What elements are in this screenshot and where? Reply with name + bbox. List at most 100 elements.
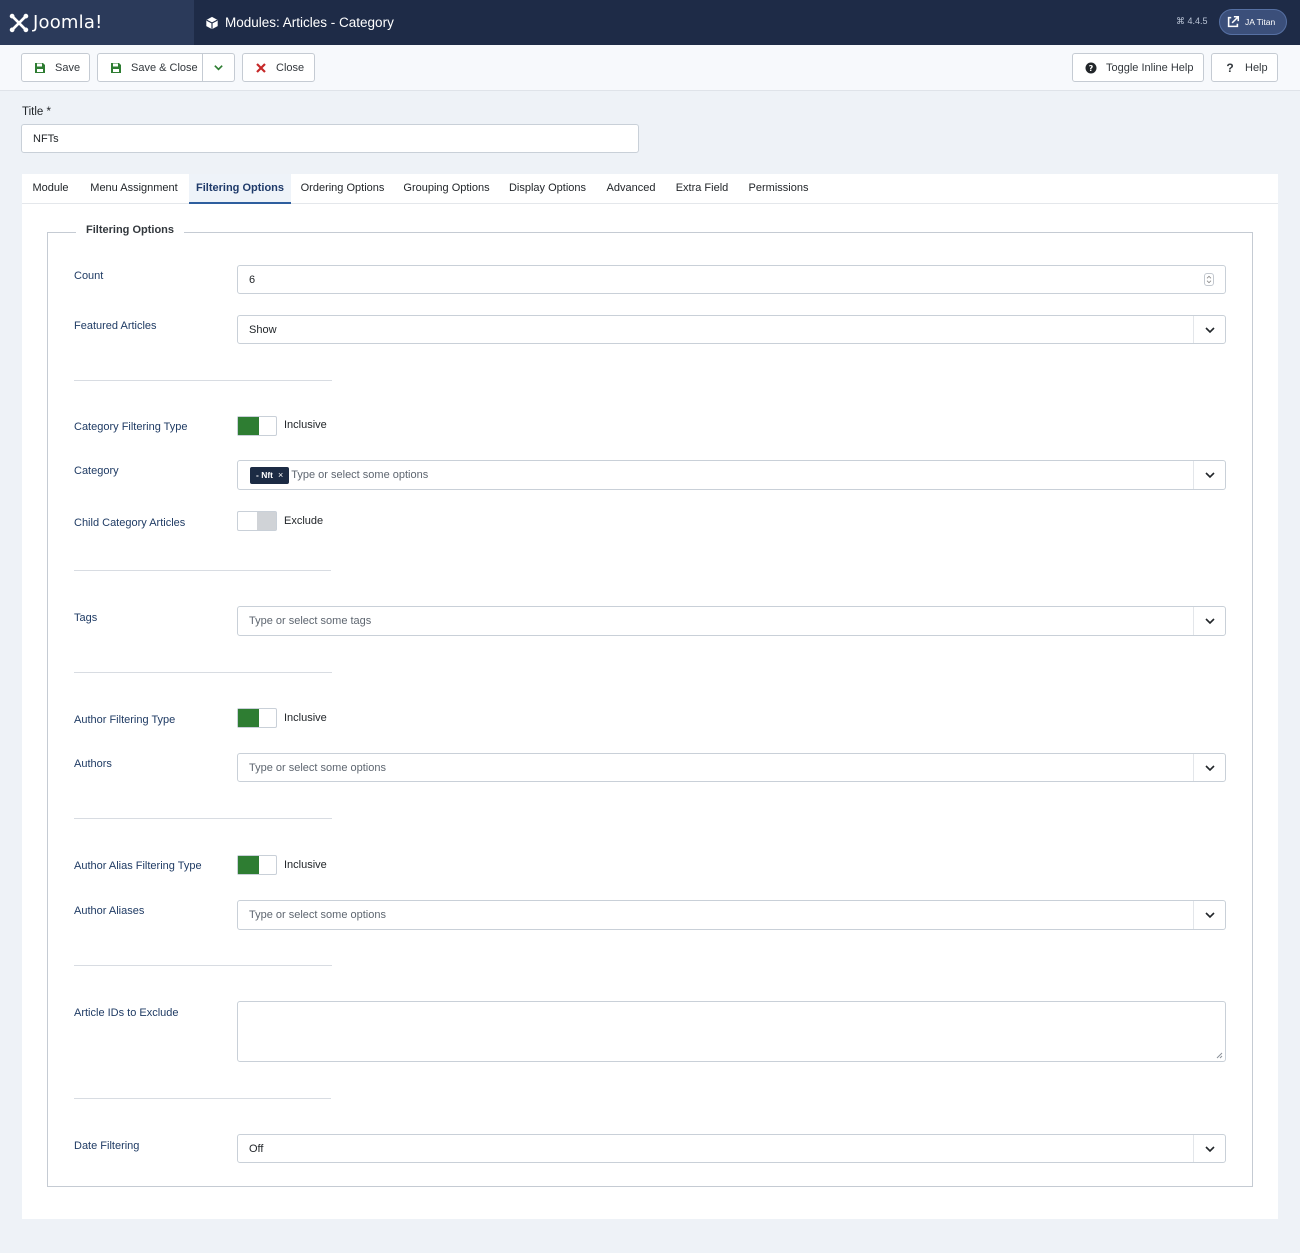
toggle-inline-help-label: Toggle Inline Help	[1106, 61, 1194, 74]
save-close-button[interactable]: Save & Close	[97, 53, 203, 82]
save-close-label: Save & Close	[131, 61, 198, 74]
category-chip[interactable]: - Nft ×	[250, 466, 290, 484]
category-filtering-type-state: Inclusive	[284, 419, 327, 431]
tab-filtering-options[interactable]: Filtering Options	[189, 174, 291, 204]
section-divider	[74, 965, 332, 966]
category-multiselect[interactable]: - Nft × Type or select some options	[237, 460, 1226, 490]
external-link-icon	[1227, 15, 1240, 28]
category-filtering-type-label: Category Filtering Type	[74, 421, 188, 433]
child-category-articles-switch[interactable]	[237, 511, 277, 531]
chevron-down-icon	[1193, 901, 1225, 929]
tab-display-options[interactable]: Display Options	[499, 174, 596, 204]
tab-advanced[interactable]: Advanced	[596, 174, 666, 204]
toolbar: Save Save & Close Close ? Toggle Inline …	[0, 45, 1300, 91]
switch-knob	[238, 417, 259, 435]
date-filtering-value: Off	[249, 1142, 264, 1155]
chevron-down-icon	[1193, 607, 1225, 635]
featured-articles-label: Featured Articles	[74, 320, 157, 332]
module-edit-card: Module Menu Assignment Filtering Options…	[22, 174, 1278, 1219]
category-placeholder: Type or select some options	[291, 469, 429, 481]
svg-text:?: ?	[1089, 64, 1094, 73]
chevron-down-icon	[1193, 754, 1225, 781]
author-alias-filtering-type-switch[interactable]	[237, 855, 277, 875]
joomla-logo[interactable]: Joomla!	[0, 0, 194, 45]
brand-name: Joomla!	[33, 12, 103, 33]
chip-label: - Nft	[256, 470, 273, 480]
author-aliases-label: Author Aliases	[74, 905, 145, 917]
tab-menu-assignment[interactable]: Menu Assignment	[79, 174, 189, 204]
chevron-down-icon	[1193, 1135, 1225, 1162]
section-divider	[74, 570, 331, 571]
tags-placeholder: Type or select some tags	[249, 615, 372, 627]
user-name: JA Titan	[1245, 17, 1276, 27]
chevron-down-icon	[1193, 461, 1225, 489]
featured-articles-value: Show	[249, 323, 277, 336]
save-options-dropdown[interactable]	[202, 53, 235, 82]
article-ids-exclude-textarea[interactable]	[237, 1001, 1226, 1062]
count-label: Count	[74, 270, 104, 282]
switch-knob	[238, 856, 259, 874]
switch-knob	[257, 512, 276, 530]
date-filtering-select[interactable]: Off	[237, 1134, 1226, 1163]
count-input[interactable]: 6	[237, 265, 1226, 294]
tags-multiselect[interactable]: Type or select some tags	[237, 606, 1226, 636]
author-filtering-type-state: Inclusive	[284, 712, 327, 724]
chip-remove-icon[interactable]: ×	[278, 470, 283, 480]
child-category-articles-label: Child Category Articles	[74, 517, 186, 529]
authors-multiselect[interactable]: Type or select some options	[237, 753, 1226, 782]
help-button[interactable]: ? Help	[1211, 53, 1278, 82]
close-button[interactable]: Close	[242, 53, 315, 82]
featured-articles-select[interactable]: Show	[237, 315, 1226, 344]
toggle-inline-help-button[interactable]: ? Toggle Inline Help	[1072, 53, 1204, 82]
section-divider	[74, 672, 332, 673]
resize-handle-icon[interactable]	[1215, 1051, 1223, 1059]
author-filtering-type-label: Author Filtering Type	[74, 714, 176, 726]
authors-label: Authors	[74, 758, 112, 770]
joomla-logo-icon	[9, 13, 29, 32]
child-category-articles-state: Exclude	[284, 515, 324, 527]
save-label: Save	[55, 61, 81, 74]
tab-permissions[interactable]: Permissions	[738, 174, 819, 204]
author-filtering-type-switch[interactable]	[237, 708, 277, 728]
authors-placeholder: Type or select some options	[249, 761, 386, 774]
tab-ordering-options[interactable]: Ordering Options	[291, 174, 394, 204]
count-value: 6	[249, 273, 256, 286]
author-alias-filtering-type-label: Author Alias Filtering Type	[74, 860, 202, 872]
chevron-down-icon	[1193, 316, 1225, 343]
category-filtering-type-switch[interactable]	[237, 416, 277, 436]
fieldset-legend: Filtering Options	[76, 224, 184, 236]
author-alias-filtering-type-state: Inclusive	[284, 859, 327, 871]
tab-bar: Module Menu Assignment Filtering Options…	[22, 174, 1278, 204]
close-icon	[256, 62, 266, 73]
section-divider	[74, 818, 332, 819]
article-ids-exclude-label: Article IDs to Exclude	[74, 1007, 179, 1019]
date-filtering-label: Date Filtering	[74, 1140, 140, 1152]
page-title: Modules: Articles - Category	[205, 0, 394, 45]
title-input[interactable]	[21, 124, 639, 153]
chevron-down-icon	[214, 65, 223, 71]
version-badge: ⌘ 4.4.5	[1176, 16, 1208, 26]
section-divider	[74, 1098, 331, 1099]
category-label: Category	[74, 465, 119, 477]
question-icon: ?	[1226, 60, 1234, 75]
tab-grouping-options[interactable]: Grouping Options	[394, 174, 499, 204]
user-menu-button[interactable]: JA Titan	[1219, 9, 1287, 35]
cube-icon	[206, 16, 218, 29]
author-aliases-placeholder: Type or select some options	[249, 909, 386, 921]
question-circle-icon: ?	[1085, 62, 1097, 73]
save-button[interactable]: Save	[21, 53, 90, 82]
tab-module[interactable]: Module	[22, 174, 79, 204]
close-label: Close	[276, 61, 305, 74]
section-divider	[74, 380, 332, 381]
top-header: Joomla! Modules: Articles - Category ⌘ 4…	[0, 0, 1300, 45]
spinner-icon[interactable]	[1204, 273, 1214, 286]
floppy-disk-icon	[111, 62, 121, 73]
switch-knob	[238, 709, 259, 727]
page-title-text: Modules: Articles - Category	[225, 15, 394, 30]
title-label: Title *	[22, 106, 51, 118]
tab-extra-field[interactable]: Extra Field	[666, 174, 738, 204]
tags-label: Tags	[74, 612, 98, 624]
floppy-disk-icon	[35, 62, 45, 73]
author-aliases-multiselect[interactable]: Type or select some options	[237, 900, 1226, 930]
help-label: Help	[1245, 61, 1268, 74]
